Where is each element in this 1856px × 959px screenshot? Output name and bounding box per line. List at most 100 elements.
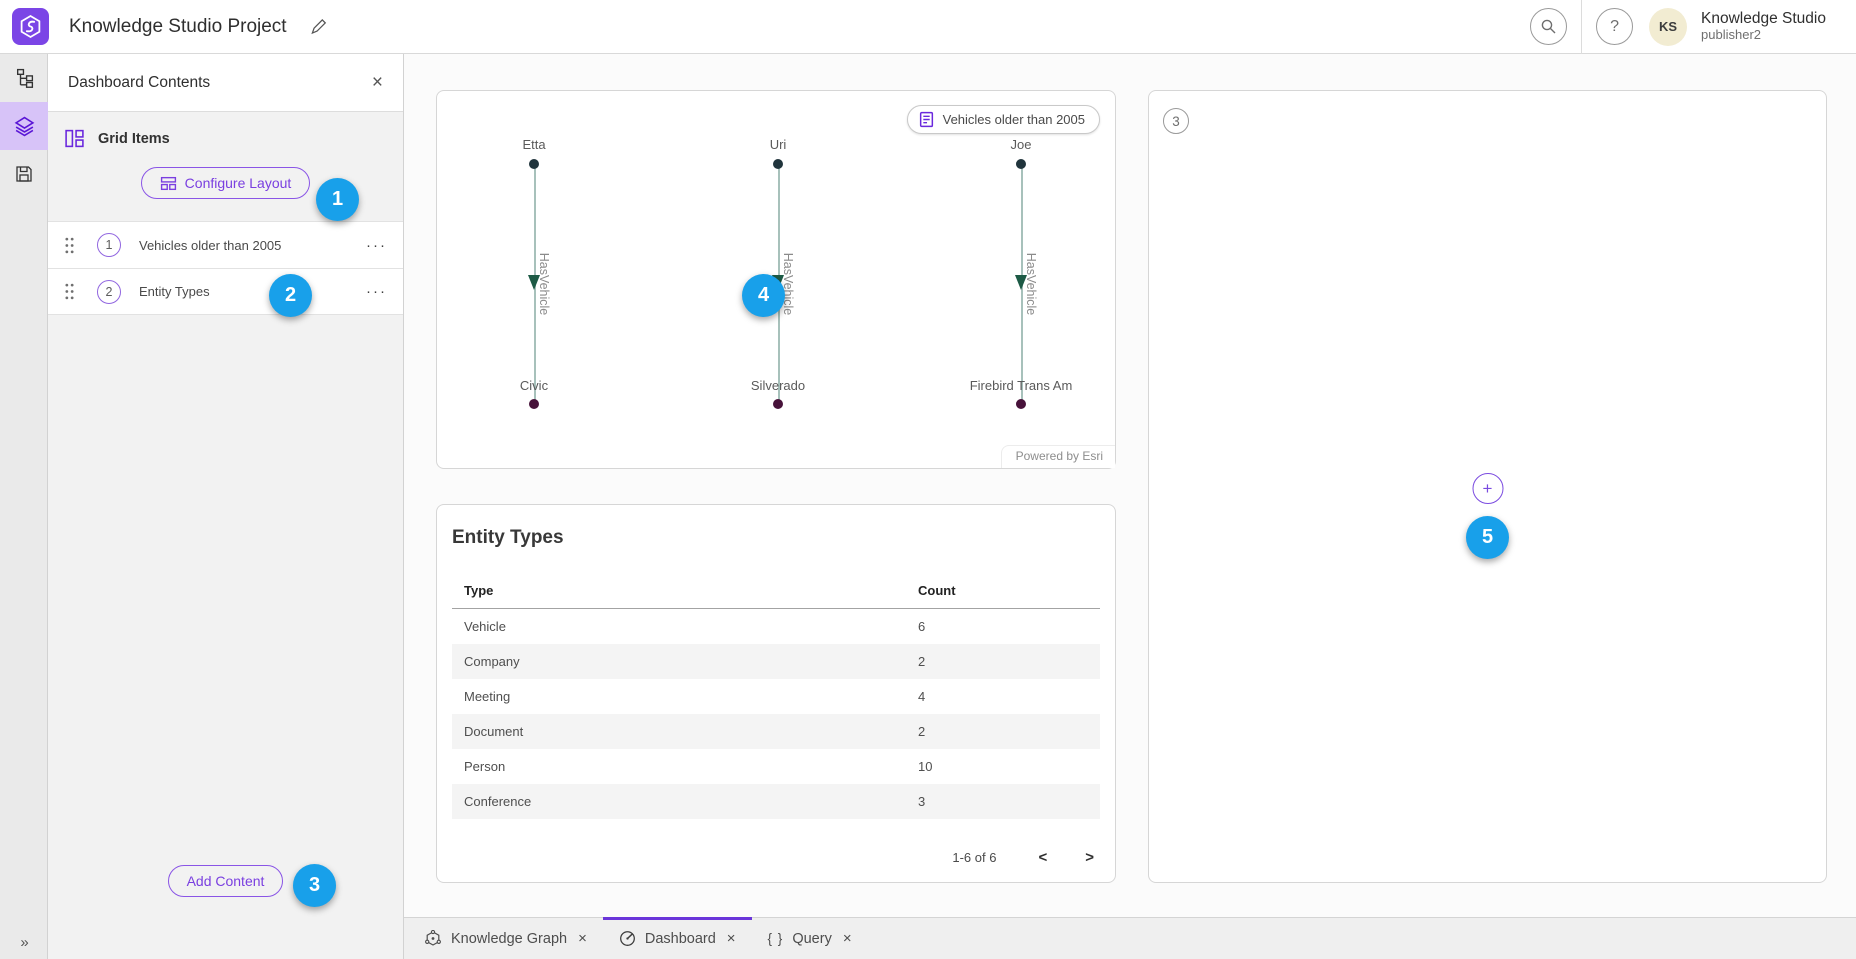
sidebar-item-save[interactable] <box>0 150 48 198</box>
close-tab-icon[interactable]: × <box>727 930 736 947</box>
section-title: Grid Items <box>98 131 170 147</box>
table-row[interactable]: Document 2 <box>452 714 1100 749</box>
pagination-prev-button[interactable]: < <box>1032 847 1053 868</box>
save-icon <box>14 164 34 184</box>
user-name: Knowledge Studio <box>1701 10 1826 28</box>
entity-node[interactable] <box>1016 399 1026 409</box>
close-panel-button[interactable]: × <box>372 73 383 92</box>
edge-label: HasVehicle <box>537 253 551 316</box>
configure-layout-button[interactable]: Configure Layout <box>141 167 311 199</box>
cell-count: 2 <box>918 724 1100 739</box>
cell-type: Document <box>452 724 918 739</box>
help-button[interactable]: ? <box>1596 8 1633 45</box>
node-label: Joe <box>1011 137 1032 155</box>
graph-chip-label: Vehicles older than 2005 <box>943 112 1085 127</box>
node-label: Firebird Trans Am <box>970 378 1073 396</box>
table-row[interactable]: Company 2 <box>452 644 1100 679</box>
empty-grid-slot: 3 + <box>1148 90 1827 883</box>
cell-type: Conference <box>452 794 918 809</box>
pagination-range: 1-6 of 6 <box>952 850 996 865</box>
layout-icon <box>160 176 177 191</box>
table-row[interactable]: Conference 3 <box>452 784 1100 819</box>
entity-node[interactable] <box>529 159 539 169</box>
graph-source-chip[interactable]: Vehicles older than 2005 <box>907 105 1100 134</box>
callout-badge-5: 5 <box>1466 516 1509 559</box>
sidebar-item-contents[interactable] <box>0 102 48 150</box>
plus-icon: + <box>1483 479 1493 499</box>
panel-header: Dashboard Contents × <box>48 54 403 112</box>
entity-types-table: Type Count Vehicle 6 Company 2 Meeting 4… <box>452 573 1100 819</box>
cell-type: Vehicle <box>452 619 918 634</box>
drag-handle-icon[interactable] <box>64 283 75 300</box>
node-label: Silverado <box>751 378 805 396</box>
table-pagination: 1-6 of 6 < > <box>952 847 1100 868</box>
list-item-vehicles[interactable]: 1 Vehicles older than 2005 ··· <box>48 221 403 268</box>
ellipsis-icon: ··· <box>366 237 387 254</box>
ellipsis-icon: ··· <box>366 283 387 300</box>
layers-icon <box>14 116 35 137</box>
entity-node[interactable] <box>773 399 783 409</box>
pagination-next-button[interactable]: > <box>1079 847 1100 868</box>
chevron-left-icon: < <box>1038 849 1047 866</box>
search-button[interactable] <box>1530 8 1567 45</box>
graph-edge-group[interactable]: HasVehicle Joe Firebird Trans Am <box>946 137 1096 409</box>
user-role: publisher2 <box>1701 28 1826 43</box>
panel-title: Dashboard Contents <box>68 74 210 92</box>
grid-items-section: Grid Items <box>48 112 403 153</box>
edge-label: HasVehicle <box>781 253 795 316</box>
add-content-button[interactable]: Add Content <box>168 865 284 897</box>
app-logo-icon[interactable] <box>12 8 49 45</box>
node-label: Civic <box>520 378 548 396</box>
item-options-button[interactable]: ··· <box>366 237 387 254</box>
table-row[interactable]: Person 10 <box>452 749 1100 784</box>
grid-items-icon <box>64 128 85 149</box>
tab-dashboard[interactable]: Dashboard × <box>603 918 752 959</box>
expand-panel-button[interactable]: » <box>0 934 48 951</box>
table-row[interactable]: Vehicle 6 <box>452 609 1100 644</box>
user-menu[interactable]: Knowledge Studio publisher2 <box>1701 10 1826 43</box>
tab-knowledge-graph[interactable]: Knowledge Graph × <box>408 918 603 959</box>
edit-title-icon[interactable] <box>309 17 328 36</box>
entity-types-widget: Entity Types Type Count Vehicle 6 Compan… <box>436 504 1116 883</box>
add-content-label: Add Content <box>187 873 265 889</box>
node-label: Etta <box>522 137 545 155</box>
entity-node[interactable] <box>773 159 783 169</box>
chevron-right-icon: > <box>1085 849 1094 866</box>
entity-node[interactable] <box>1016 159 1026 169</box>
close-tab-icon[interactable]: × <box>578 930 587 947</box>
item-number-badge: 1 <box>97 233 121 257</box>
list-item-entity-types[interactable]: 2 Entity Types ··· <box>48 268 403 315</box>
esri-attribution: Powered by Esri <box>1001 445 1115 468</box>
help-icon: ? <box>1610 18 1619 36</box>
graph-edge-group[interactable]: HasVehicle Uri Silverado <box>703 137 853 409</box>
hierarchy-icon <box>14 68 35 88</box>
user-avatar[interactable]: KS <box>1649 8 1687 46</box>
graph-edge-group[interactable]: HasVehicle Etta Civic <box>459 137 609 409</box>
sidebar-item-ontology[interactable] <box>0 54 48 102</box>
cell-type: Company <box>452 654 918 669</box>
search-icon <box>1540 18 1557 35</box>
drag-handle-icon[interactable] <box>64 237 75 254</box>
callout-badge-2: 2 <box>269 274 312 317</box>
column-header-type: Type <box>452 583 918 598</box>
tab-query[interactable]: { } Query × <box>752 918 868 959</box>
item-number-badge: 2 <box>97 280 121 304</box>
dashboard-canvas: Vehicles older than 2005 HasVehicle Etta… <box>404 54 1856 917</box>
add-widget-button[interactable]: + <box>1472 473 1503 504</box>
item-options-button[interactable]: ··· <box>366 283 387 300</box>
widget-title: Entity Types <box>452 527 1100 549</box>
close-icon: × <box>372 72 383 93</box>
entity-node[interactable] <box>529 399 539 409</box>
cell-count: 3 <box>918 794 1100 809</box>
cell-type: Meeting <box>452 689 918 704</box>
cell-count: 6 <box>918 619 1100 634</box>
callout-badge-3: 3 <box>293 864 336 907</box>
knowledge-studio-app: Knowledge Studio Project ? KS Knowledge … <box>0 0 1856 959</box>
cell-type: Person <box>452 759 918 774</box>
close-tab-icon[interactable]: × <box>843 930 852 947</box>
item-label: Entity Types <box>139 284 210 299</box>
cell-count: 10 <box>918 759 1100 774</box>
column-header-count: Count <box>918 583 1100 598</box>
tab-label: Dashboard <box>645 931 716 947</box>
table-row[interactable]: Meeting 4 <box>452 679 1100 714</box>
